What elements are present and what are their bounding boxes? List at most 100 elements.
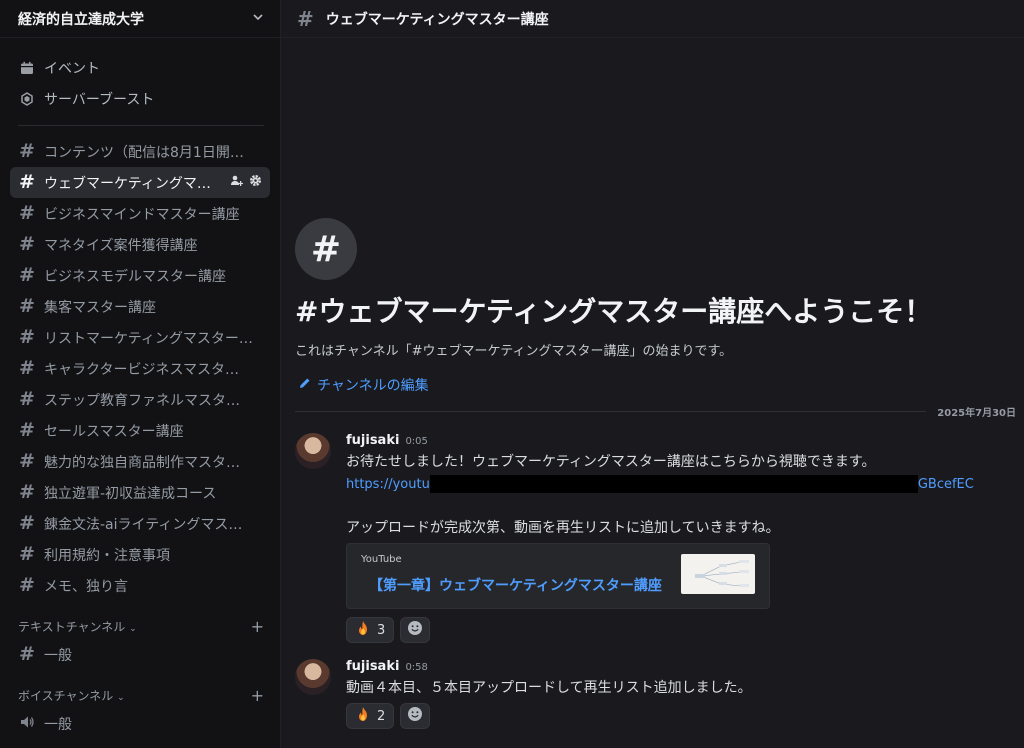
hash-icon: # (19, 574, 35, 596)
hash-icon: # (19, 202, 35, 224)
calendar-icon (19, 60, 35, 76)
youtube-embed[interactable]: YouTube 【第一章】ウェブマーケティングマスター講座 (346, 543, 770, 609)
reaction-fire[interactable]: 2 (346, 703, 395, 729)
category-voice-channels[interactable]: ボイスチャンネル ⌄ + (0, 682, 280, 708)
category-label: ボイスチャンネル (18, 688, 114, 703)
channel-item[interactable]: # メモ、独り言 (10, 570, 270, 601)
category-text-channels[interactable]: テキストチャンネル ⌄ + (0, 613, 280, 639)
message-text: アップロードが完成次第、動画を再生リストに追加していきますね。 (346, 520, 780, 536)
channel-item[interactable]: # コンテンツ（配信は8月1日開… (10, 136, 270, 167)
link-start: https://youtu (346, 476, 430, 492)
embed-thumbnail[interactable] (681, 554, 755, 594)
gear-icon[interactable] (249, 174, 262, 191)
message: fujisaki 0:58 動画４本目、５本目アップロードして再生リスト追加しま… (295, 659, 752, 729)
channel-item[interactable]: # マネタイズ案件獲得講座 (10, 229, 270, 260)
hash-icon: # (19, 171, 35, 193)
channel-label: リストマーケティングマスター… (44, 330, 253, 347)
channel-item[interactable]: # 独立遊軍-初収益達成コース (10, 477, 270, 508)
channel-item[interactable]: # ビジネスモデルマスター講座 (10, 260, 270, 291)
channel-item[interactable]: # ビジネスマインドマスター講座 (10, 198, 270, 229)
channel-label: 独立遊軍-初収益達成コース (44, 485, 217, 502)
add-reaction-button[interactable] (400, 703, 431, 729)
hash-icon: # (19, 140, 35, 162)
embed-provider: YouTube (361, 554, 402, 565)
chevron-down-icon: ⌄ (117, 692, 125, 703)
channel-label: 一般 (44, 716, 72, 733)
add-channel-icon[interactable]: + (251, 617, 264, 636)
date-label: 2025年7月30日 (937, 408, 1016, 419)
hash-icon: # (19, 233, 35, 255)
add-channel-icon[interactable]: + (251, 686, 264, 705)
message: fujisaki 0:05 お待たせしました！ウェブマーケティングマスター講座は… (295, 433, 974, 643)
reaction-count: 2 (377, 708, 386, 724)
server-header[interactable]: 経済的自立達成大学 (0, 0, 280, 38)
add-reaction-button[interactable] (400, 617, 431, 643)
channel-label: ビジネスマインドマスター講座 (44, 206, 240, 223)
avatar[interactable] (295, 433, 331, 469)
edit-channel-link[interactable]: チャンネルの編集 (299, 375, 932, 395)
channel-label: ステップ教育ファネルマスタ… (44, 392, 240, 409)
speaker-icon (19, 714, 35, 733)
sidebar: 経済的自立達成大学 イベント サーバーブースト # コンテンツ（配信は8月1日開…… (0, 0, 281, 748)
invite-member-icon[interactable] (230, 174, 244, 191)
channel-item-general-text[interactable]: # 一般 (10, 639, 270, 670)
channel-item[interactable]: # ステップ教育ファネルマスタ… (10, 384, 270, 415)
fire-icon (355, 620, 371, 640)
server-name: 経済的自立達成大学 (18, 11, 144, 28)
reaction-fire[interactable]: 3 (346, 617, 395, 643)
message-author[interactable]: fujisaki (346, 659, 399, 674)
nav-item-events[interactable]: イベント (10, 52, 270, 83)
channel-label: ウェブマーケティングマ… (44, 175, 211, 192)
message-author[interactable]: fujisaki (346, 433, 399, 448)
chat-area: # ウェブマーケティングマスター講座 # #ウェブマーケティングマスター講座へよ… (281, 0, 1024, 748)
channel-label: 集客マスター講座 (44, 299, 156, 316)
channel-title: ウェブマーケティングマスター講座 (325, 11, 549, 28)
hash-icon: # (19, 419, 35, 441)
hash-icon: # (19, 264, 35, 286)
embed-title[interactable]: 【第一章】ウェブマーケティングマスター講座 (369, 575, 662, 595)
hash-icon: # (19, 357, 35, 379)
message-text: 動画４本目、５本目アップロードして再生リスト追加しました。 (346, 680, 752, 696)
channel-item[interactable]: # セールスマスター講座 (10, 415, 270, 446)
message-text: お待たせしました！ウェブマーケティングマスター講座はこちらから視聴できます。 (346, 454, 876, 470)
hash-icon: # (295, 218, 357, 280)
channel-item[interactable]: # 利用規約・注意事項 (10, 539, 270, 570)
channel-label: ビジネスモデルマスター講座 (44, 268, 226, 285)
nav-item-label: イベント (44, 60, 100, 77)
hash-icon: # (19, 326, 35, 348)
date-separator: 2025年7月30日 (295, 404, 1016, 419)
nav-item-server-boost[interactable]: サーバーブースト (10, 83, 270, 114)
welcome-subtitle: これはチャンネル「#ウェブマーケティングマスター講座」の始まりです。 (295, 344, 733, 359)
hash-icon: # (19, 450, 35, 472)
hash-icon: # (19, 512, 35, 534)
channel-item-active[interactable]: # ウェブマーケティングマ… (10, 167, 270, 198)
channel-label: メモ、独り言 (44, 578, 128, 595)
channel-item[interactable]: # リストマーケティングマスター… (10, 322, 270, 353)
channel-label: 魅力的な独自商品制作マスタ… (44, 454, 240, 471)
channel-item[interactable]: # 魅力的な独自商品制作マスタ… (10, 446, 270, 477)
smiley-icon (407, 706, 423, 726)
welcome-title: #ウェブマーケティングマスター講座へようこそ！ (295, 295, 933, 328)
message-time: 0:58 (405, 662, 428, 673)
avatar[interactable] (295, 659, 331, 695)
pencil-icon (299, 377, 311, 393)
channel-item-general-voice[interactable]: 一般 (10, 708, 270, 739)
chevron-down-icon[interactable] (252, 11, 264, 26)
channel-label: 錬金文法-aiライティングマス… (44, 516, 243, 533)
fire-icon (355, 706, 371, 726)
reaction-count: 3 (377, 622, 386, 638)
channel-item[interactable]: # 錬金文法-aiライティングマス… (10, 508, 270, 539)
hash-icon: # (297, 6, 314, 31)
hash-icon: # (19, 295, 35, 317)
channel-list: # コンテンツ（配信は8月1日開… # ウェブマーケティングマ… # ビジネスマインド… (0, 136, 280, 601)
channel-item[interactable]: # キャラクタービジネスマスタ… (10, 353, 270, 384)
message-time: 0:05 (405, 436, 428, 447)
channel-header: # ウェブマーケティングマスター講座 (281, 0, 1024, 38)
hash-icon: # (19, 388, 35, 410)
link-end: GBcefEC (917, 476, 974, 492)
nav-item-label: サーバーブースト (44, 91, 155, 108)
smiley-icon (407, 620, 423, 640)
message-link[interactable]: https://youtu GBcefEC (346, 473, 974, 495)
channel-item[interactable]: # 集客マスター講座 (10, 291, 270, 322)
redaction-bar (429, 475, 918, 493)
